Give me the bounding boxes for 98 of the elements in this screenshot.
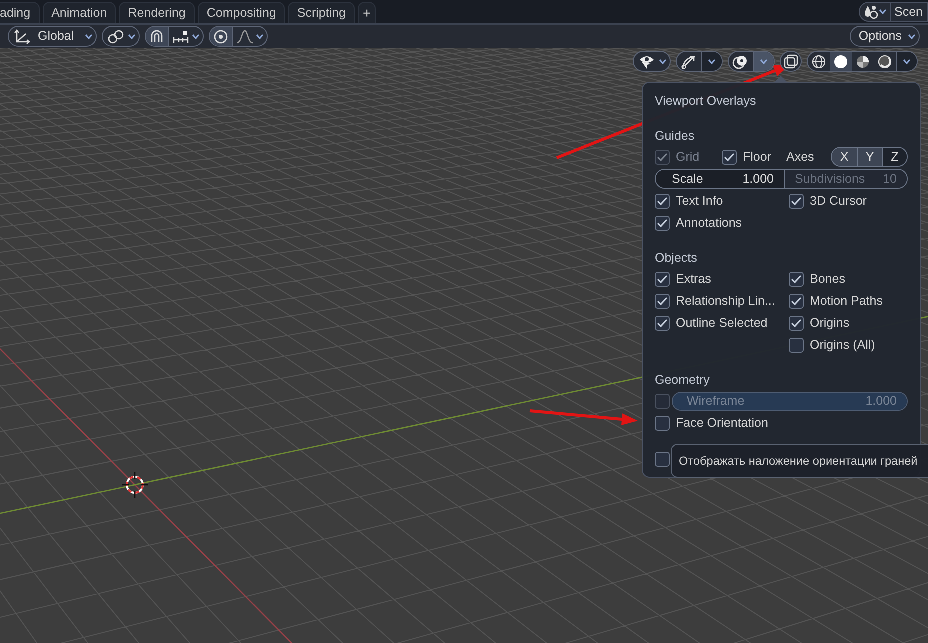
solid-sphere-icon: [833, 54, 849, 70]
options-dropdown[interactable]: Options: [850, 26, 920, 47]
checkbox[interactable]: [655, 416, 670, 430]
shading-mode-button[interactable]: [830, 52, 852, 71]
gizmo-dropdown[interactable]: [701, 52, 722, 71]
material-sphere-icon: [855, 54, 871, 70]
workspace-tab[interactable]: ading: [0, 2, 40, 23]
chevron-icon[interactable]: [659, 58, 667, 64]
chevron-icon[interactable]: [760, 58, 768, 64]
pivot-dropdown[interactable]: [102, 26, 140, 47]
checkbox-label: Text Info: [676, 192, 724, 210]
checkbox-label: Bones: [810, 270, 846, 288]
checkbox[interactable]: [655, 294, 670, 308]
checkbox[interactable]: [789, 338, 804, 352]
scene-selector-button[interactable]: [858, 2, 890, 22]
checkbox[interactable]: [655, 194, 670, 208]
checkmark-icon: [791, 296, 802, 306]
checkbox-label: Extras: [676, 270, 712, 288]
axes-icon: [13, 28, 31, 44]
checkbox[interactable]: [655, 316, 670, 330]
dotted-circle-icon: [213, 28, 230, 44]
checkbox-label: Grid: [676, 148, 700, 166]
shading-control[interactable]: [807, 51, 918, 72]
axis-toggle[interactable]: X: [832, 148, 857, 166]
checkmark-icon: [791, 274, 802, 284]
workspace-tab[interactable]: Rendering: [119, 2, 195, 23]
workspace-tab[interactable]: Animation: [42, 2, 116, 23]
chevron-icon[interactable]: [903, 58, 911, 64]
checkbox-label: Annotations: [676, 214, 742, 232]
linked-rings-icon: [107, 28, 126, 44]
checkbox[interactable]: [789, 272, 804, 286]
3d-cursor-icon: [121, 471, 149, 499]
checkbox[interactable]: [722, 150, 737, 164]
bell-curve-icon: [236, 28, 254, 44]
section-heading: Guides: [655, 128, 696, 145]
checkmark-icon: [657, 296, 668, 306]
section-heading: Geometry: [655, 372, 711, 389]
checkmark-icon: [657, 274, 668, 284]
chevron-icon[interactable]: [192, 34, 200, 40]
snap-control[interactable]: [145, 26, 204, 47]
ruler-icon: [172, 28, 190, 44]
checkmark-icon: [791, 196, 802, 206]
checkbox[interactable]: [789, 294, 804, 308]
eye-cursor-icon: [638, 54, 656, 70]
workspace-tab[interactable]: Compositing: [198, 2, 286, 23]
checkbox-label: Outline Selected: [676, 314, 768, 332]
chevron-icon[interactable]: [128, 34, 136, 40]
checkbox-label: 3D Cursor: [810, 192, 867, 210]
wireframe-sphere-icon: [811, 54, 827, 70]
tooltip: Отображать наложение ориентации граней: [671, 444, 928, 478]
checkbox-label: Face Orientation: [676, 414, 768, 432]
shading-dropdown[interactable]: [896, 52, 917, 71]
chevron-icon[interactable]: [256, 34, 264, 40]
panel-title: Viewport Overlays: [655, 93, 758, 110]
checkmark-icon: [657, 152, 668, 162]
stacked-squares-icon: [783, 54, 799, 70]
checkmark-icon: [657, 218, 668, 228]
slider-label: Wireframe: [687, 392, 745, 410]
checkbox-label: Origins (All): [810, 336, 876, 354]
visibility-dropdown[interactable]: [633, 51, 671, 72]
overlapping-circles-icon: [732, 54, 750, 70]
checkmark-icon: [724, 152, 735, 162]
magnet-icon: [149, 28, 166, 44]
checkbox[interactable]: [655, 452, 670, 466]
axis-toggle[interactable]: Y: [857, 148, 882, 166]
gizmo-control[interactable]: [676, 51, 723, 72]
snap-toggle[interactable]: [146, 27, 168, 46]
checkbox[interactable]: [789, 194, 804, 208]
overlays-dropdown[interactable]: [753, 52, 774, 71]
chevron-icon[interactable]: [908, 34, 916, 40]
section-heading: Objects: [655, 250, 698, 267]
chevron-icon[interactable]: [878, 9, 886, 15]
checkbox[interactable]: [655, 272, 670, 286]
drop-and-circle-icon: [862, 4, 878, 20]
proportional-edit-control[interactable]: [209, 26, 268, 47]
rendered-sphere-icon: [877, 54, 893, 70]
checkbox-label: Motion Paths: [810, 292, 883, 310]
proportional-edit-toggle[interactable]: [210, 27, 232, 46]
chevron-icon[interactable]: [708, 58, 716, 64]
orientation-dropdown[interactable]: Global: [8, 26, 98, 47]
slider-value: 1.000: [866, 392, 897, 410]
axis-toggle[interactable]: Z: [882, 148, 907, 166]
add-tab-button[interactable]: +: [358, 2, 376, 23]
xray-toggle[interactable]: [780, 51, 802, 72]
checkmark-icon: [657, 196, 668, 206]
checkbox[interactable]: [789, 316, 804, 330]
arc-arrow-icon: [680, 54, 698, 70]
checkmark-icon: [791, 318, 802, 328]
axes-label: Axes: [786, 148, 814, 166]
chevron-icon[interactable]: [85, 34, 94, 40]
checkbox-label: Origins: [810, 314, 850, 332]
scene-name: Scen: [890, 2, 928, 22]
checkbox-label: Relationship Lin...: [676, 292, 776, 310]
checkbox-label: Floor: [743, 148, 772, 166]
checkbox[interactable]: [655, 216, 670, 230]
workspace-tab[interactable]: Scripting: [288, 2, 355, 23]
checkmark-icon: [657, 318, 668, 328]
overlays-control[interactable]: [728, 51, 775, 72]
